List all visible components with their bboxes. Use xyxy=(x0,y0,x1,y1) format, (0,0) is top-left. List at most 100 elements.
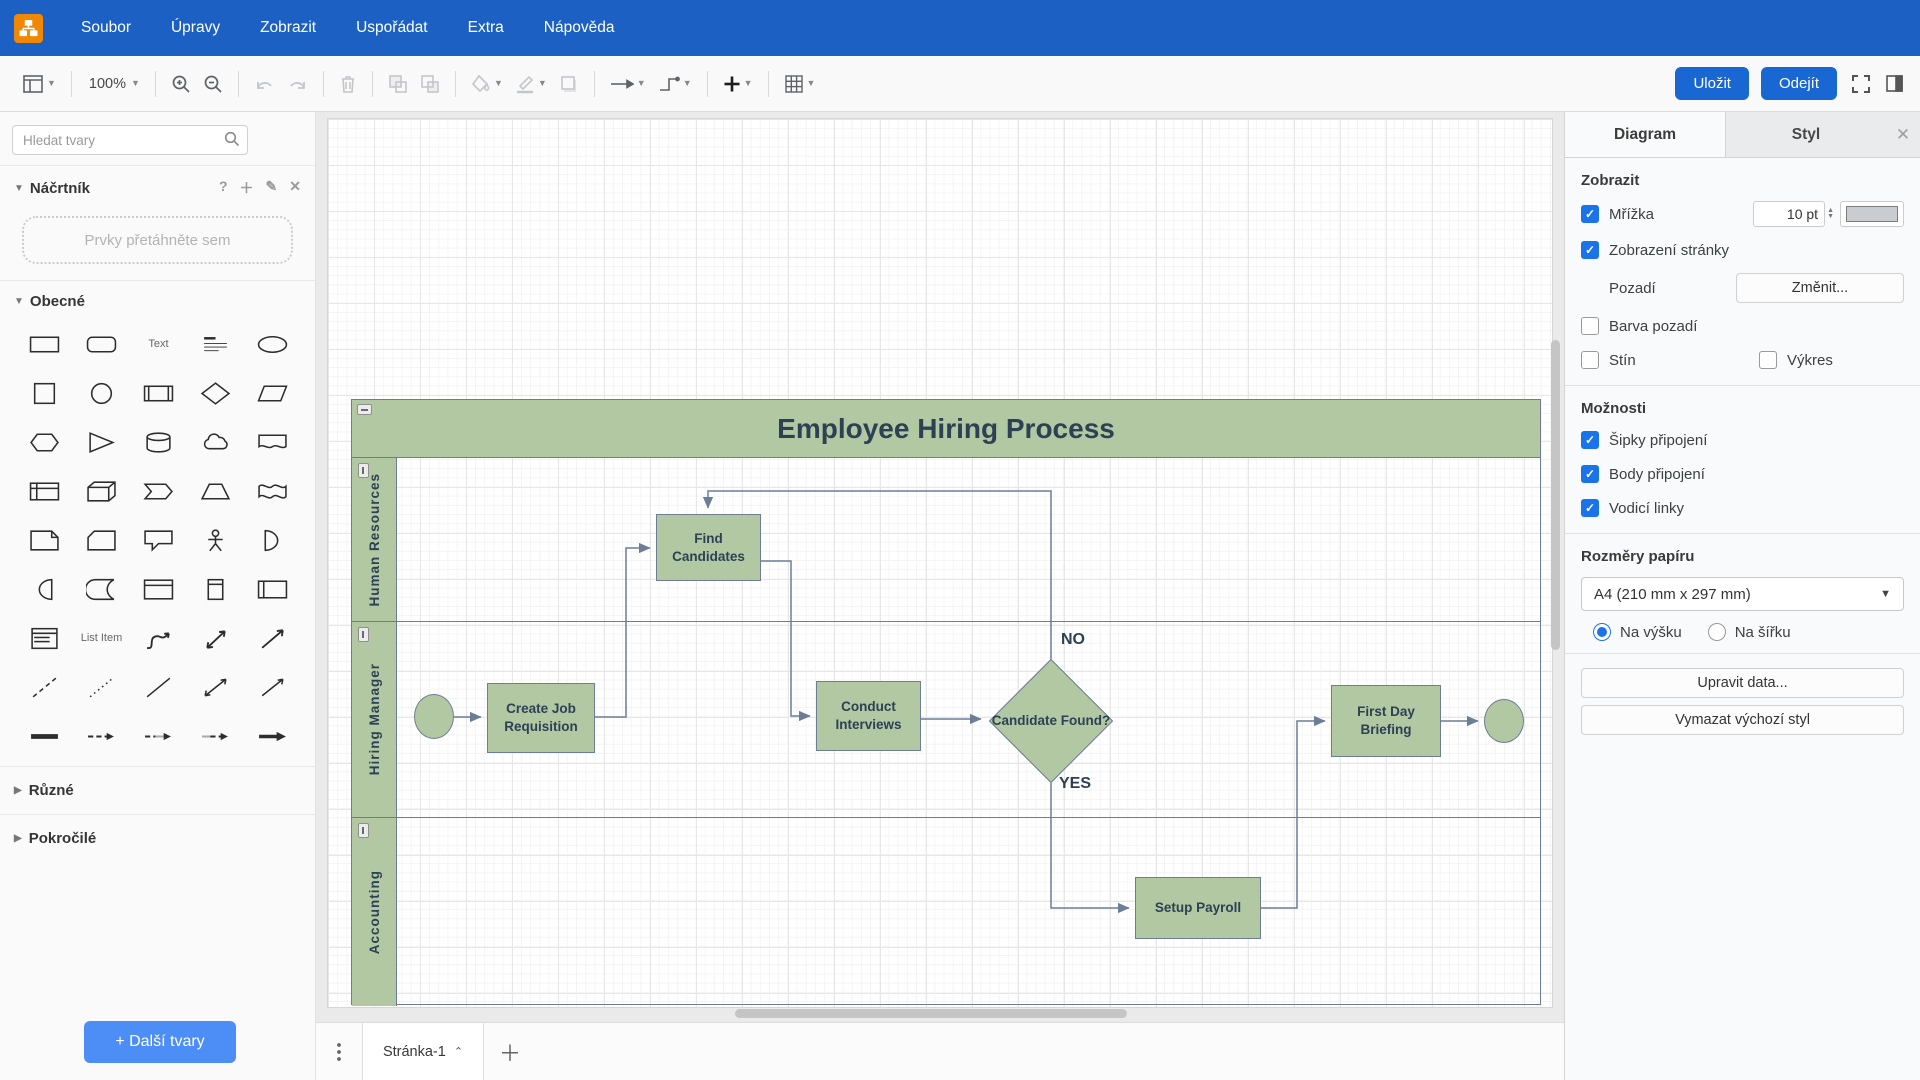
edit-data-button[interactable]: Upravit data... xyxy=(1581,668,1904,698)
shape-dotted-line[interactable] xyxy=(73,667,130,707)
portrait-option[interactable]: Na výšku xyxy=(1593,623,1682,641)
to-back-button[interactable] xyxy=(414,69,446,99)
misc-section-header[interactable]: ▶ Různé xyxy=(0,766,315,814)
lane-accounting-header[interactable]: Accounting xyxy=(352,818,397,1006)
shape-heading[interactable] xyxy=(187,324,244,364)
node-create-job-requisition[interactable]: Create Job Requisition xyxy=(487,683,595,753)
shape-cloud[interactable] xyxy=(187,422,244,462)
shadow-button[interactable] xyxy=(553,69,585,99)
page-view-checkbox[interactable] xyxy=(1581,241,1599,259)
node-start-event[interactable] xyxy=(414,694,454,739)
undo-button[interactable] xyxy=(248,70,281,98)
portrait-radio[interactable] xyxy=(1593,623,1611,641)
search-icon[interactable] xyxy=(224,131,240,150)
waypoint-style-button[interactable]: ▼ xyxy=(652,70,698,98)
lane-collapse-icon[interactable] xyxy=(358,627,369,642)
shape-rounded-rectangle[interactable] xyxy=(73,324,130,364)
pages-menu-button[interactable] xyxy=(316,1023,362,1080)
page-tab-stranka-1[interactable]: Stránka-1 ⌃ xyxy=(362,1023,484,1080)
fullscreen-button[interactable] xyxy=(1851,74,1871,94)
shape-square[interactable] xyxy=(16,373,73,413)
zoom-in-button[interactable] xyxy=(165,69,197,99)
shape-dashed-edge[interactable] xyxy=(73,716,130,756)
exit-button[interactable]: Odejít xyxy=(1761,67,1837,100)
advanced-section-header[interactable]: ▶ Pokročilé xyxy=(0,814,315,862)
shape-callout[interactable] xyxy=(130,520,187,560)
shape-parallelogram[interactable] xyxy=(244,373,301,413)
shape-bold-arrow[interactable] xyxy=(244,716,301,756)
to-front-button[interactable] xyxy=(382,69,414,99)
table-button[interactable]: ▼ xyxy=(778,69,822,99)
shape-dotted-edge-2[interactable] xyxy=(187,716,244,756)
node-first-day-briefing[interactable]: First Day Briefing xyxy=(1331,685,1441,757)
menu-soubor[interactable]: Soubor xyxy=(61,10,151,46)
zoom-level-button[interactable]: 100% ▼ xyxy=(81,71,146,97)
shape-ellipse[interactable] xyxy=(244,324,301,364)
landscape-option[interactable]: Na šířku xyxy=(1708,623,1791,641)
redo-button[interactable] xyxy=(281,70,314,98)
delete-button[interactable] xyxy=(333,69,363,99)
shape-vertical-container[interactable] xyxy=(187,569,244,609)
page-view-button[interactable]: ▼ xyxy=(16,69,62,99)
toggle-format-panel-button[interactable] xyxy=(1885,74,1904,93)
scratchpad-edit-icon[interactable]: ✎ xyxy=(266,178,278,198)
horizontal-scrollbar[interactable] xyxy=(735,1009,1127,1018)
lane-human-resources-header[interactable]: Human Resources xyxy=(352,458,397,621)
shape-note[interactable] xyxy=(16,520,73,560)
fill-color-button[interactable]: ▼ xyxy=(465,69,509,99)
scratchpad-dropzone[interactable]: Prvky přetáhněte sem xyxy=(22,216,293,264)
shape-data-storage[interactable] xyxy=(73,569,130,609)
scratchpad-close-icon[interactable]: ✕ xyxy=(289,178,301,198)
guides-checkbox[interactable] xyxy=(1581,499,1599,517)
diagram-page[interactable]: Employee Hiring Process Human Resources … xyxy=(327,118,1553,1008)
pool-title-bar[interactable]: Employee Hiring Process xyxy=(352,400,1540,458)
line-color-button[interactable]: ▼ xyxy=(509,69,553,99)
shape-line[interactable] xyxy=(130,667,187,707)
shape-container[interactable] xyxy=(130,569,187,609)
connection-arrow-button[interactable]: ▼ xyxy=(604,72,652,96)
scratchpad-help-icon[interactable]: ? xyxy=(219,178,228,198)
tab-styl[interactable]: Styl xyxy=(1726,112,1886,157)
shape-triangle[interactable] xyxy=(73,422,130,462)
landscape-radio[interactable] xyxy=(1708,623,1726,641)
shape-bidirectional-arrow[interactable] xyxy=(187,618,244,658)
shape-list[interactable] xyxy=(16,618,73,658)
shape-circle[interactable] xyxy=(73,373,130,413)
menu-upravy[interactable]: Úpravy xyxy=(151,10,240,46)
shape-text[interactable]: Text xyxy=(130,324,187,364)
shape-horizontal-container[interactable] xyxy=(244,569,301,609)
shape-hexagon[interactable] xyxy=(16,422,73,462)
insert-button[interactable]: ▼ xyxy=(717,70,759,98)
shape-and[interactable] xyxy=(16,569,73,609)
shape-document[interactable] xyxy=(244,422,301,462)
menu-napoveda[interactable]: Nápověda xyxy=(524,10,635,46)
node-conduct-interviews[interactable]: Conduct Interviews xyxy=(816,681,921,751)
shape-directional-line[interactable] xyxy=(244,667,301,707)
paper-size-select[interactable]: A4 (210 mm x 297 mm) ▼ xyxy=(1581,577,1904,611)
shadow-checkbox[interactable] xyxy=(1581,351,1599,369)
tab-diagram[interactable]: Diagram xyxy=(1565,112,1726,157)
save-button[interactable]: Uložit xyxy=(1675,67,1749,100)
node-setup-payroll[interactable]: Setup Payroll xyxy=(1135,877,1261,939)
grid-color-button[interactable] xyxy=(1840,201,1904,227)
close-icon[interactable]: ✕ xyxy=(1886,112,1920,157)
zoom-out-button[interactable] xyxy=(197,69,229,99)
node-end-event[interactable] xyxy=(1484,699,1524,743)
shape-card[interactable] xyxy=(73,520,130,560)
node-candidate-found-decision[interactable]: Candidate Found? xyxy=(989,659,1113,783)
menu-zobrazit[interactable]: Zobrazit xyxy=(240,10,336,46)
search-input[interactable] xyxy=(12,125,248,155)
menu-usporadat[interactable]: Uspořádat xyxy=(336,10,448,46)
shape-arrow[interactable] xyxy=(244,618,301,658)
shape-double-arrow[interactable] xyxy=(187,667,244,707)
lane-collapse-icon[interactable] xyxy=(358,463,369,478)
shape-dashed-line[interactable] xyxy=(16,667,73,707)
lane-human-resources[interactable]: Human Resources xyxy=(352,458,1540,622)
vertical-scrollbar[interactable] xyxy=(1551,340,1560,650)
shape-actor[interactable] xyxy=(187,520,244,560)
change-background-button[interactable]: Změnit... xyxy=(1736,273,1904,303)
pool-collapse-icon[interactable] xyxy=(357,404,372,415)
shape-tape[interactable] xyxy=(244,471,301,511)
shape-internal-storage[interactable] xyxy=(16,471,73,511)
shape-process[interactable] xyxy=(130,373,187,413)
